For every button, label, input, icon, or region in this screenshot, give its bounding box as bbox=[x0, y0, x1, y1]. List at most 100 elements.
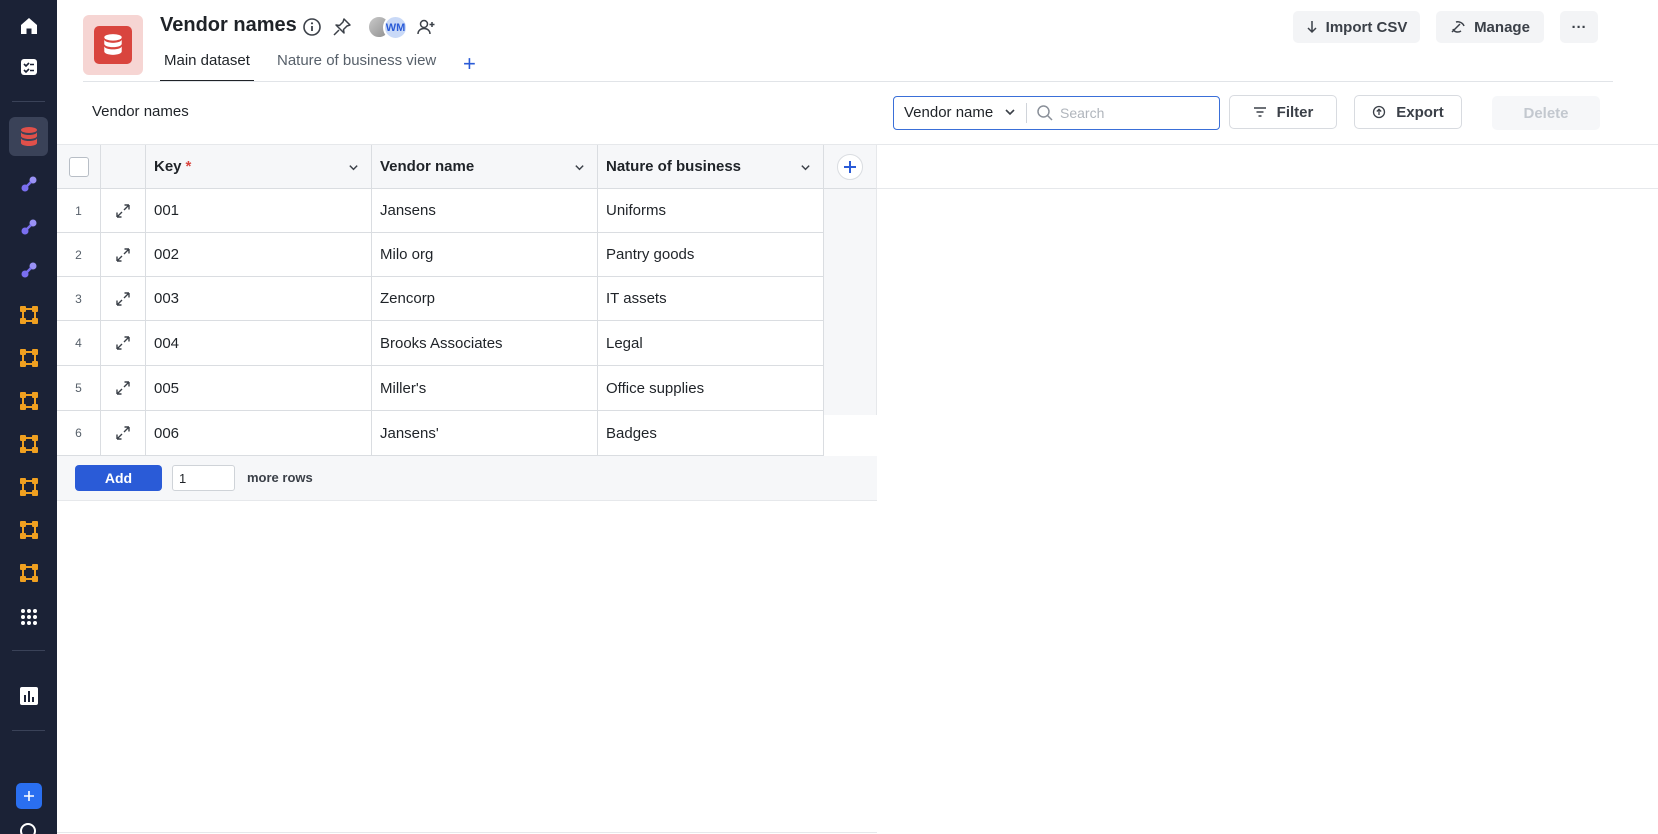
search-bar: Vendor name bbox=[893, 96, 1220, 130]
cell-key[interactable]: 002 bbox=[146, 233, 372, 277]
cell-key[interactable]: 004 bbox=[146, 321, 372, 366]
add-view-button[interactable]: + bbox=[463, 51, 476, 77]
cell-nature-of-business[interactable]: IT assets bbox=[598, 277, 824, 321]
cell-nature-of-business[interactable]: Badges bbox=[598, 411, 824, 456]
cell-key[interactable]: 005 bbox=[146, 366, 372, 411]
dataset-logo bbox=[83, 15, 143, 75]
integration-icon[interactable] bbox=[9, 250, 48, 289]
tab-label: Nature of business view bbox=[277, 52, 437, 69]
required-mark: * bbox=[185, 158, 192, 175]
manage-button[interactable]: Manage bbox=[1436, 11, 1544, 43]
filter-button[interactable]: Filter bbox=[1229, 95, 1337, 129]
more-rows-label: more rows bbox=[247, 470, 313, 485]
tab-label: Main dataset bbox=[164, 52, 250, 69]
select-all-checkbox-cell bbox=[57, 145, 101, 189]
row-number: 5 bbox=[57, 366, 101, 411]
workflow-icon[interactable] bbox=[9, 381, 48, 420]
workflow-icon[interactable] bbox=[9, 510, 48, 549]
search-input[interactable] bbox=[1060, 101, 1210, 125]
cell-vendor-name[interactable]: Jansens' bbox=[372, 411, 598, 456]
row-number: 3 bbox=[57, 277, 101, 321]
import-csv-button[interactable]: Import CSV bbox=[1293, 11, 1420, 43]
tab-main-dataset[interactable]: Main dataset bbox=[160, 52, 254, 82]
cell-vendor-name[interactable]: Miller's bbox=[372, 366, 598, 411]
workflow-icon[interactable] bbox=[9, 553, 48, 592]
page-title: Vendor names bbox=[160, 14, 297, 36]
cell-nature-of-business[interactable]: Pantry goods bbox=[598, 233, 824, 277]
search-field-label: Vendor name bbox=[904, 104, 994, 121]
workflow-icon[interactable] bbox=[9, 467, 48, 506]
avatar[interactable]: WM bbox=[383, 15, 408, 40]
cell-nature-of-business[interactable]: Legal bbox=[598, 321, 824, 366]
expand-row-icon[interactable] bbox=[101, 277, 146, 321]
add-rows-button[interactable]: Add bbox=[75, 465, 162, 491]
workflow-icon[interactable] bbox=[9, 295, 48, 334]
cell-key[interactable]: 006 bbox=[146, 411, 372, 456]
database-icon[interactable] bbox=[9, 117, 48, 156]
header-divider bbox=[83, 81, 1613, 82]
workflow-icon[interactable] bbox=[9, 338, 48, 377]
filter-icon bbox=[1253, 107, 1266, 117]
cell-vendor-name[interactable]: Zencorp bbox=[372, 277, 598, 321]
delete-button[interactable]: Delete bbox=[1492, 96, 1600, 130]
cell-nature-of-business[interactable]: Uniforms bbox=[598, 189, 824, 233]
chevron-down-icon[interactable] bbox=[800, 162, 811, 173]
select-all-checkbox[interactable] bbox=[68, 156, 89, 177]
chevron-down-icon[interactable] bbox=[348, 162, 359, 173]
column-header-label: Vendor name bbox=[380, 158, 475, 175]
add-icon[interactable] bbox=[9, 776, 48, 815]
apps-grid-icon[interactable] bbox=[9, 597, 48, 636]
column-header-label: Key bbox=[154, 158, 182, 175]
cell-nature-of-business[interactable]: Office supplies bbox=[598, 366, 824, 411]
column-header-key[interactable]: Key * bbox=[146, 145, 372, 189]
tab-nature-of-business-view[interactable]: Nature of business view bbox=[277, 52, 436, 82]
chevron-down-icon bbox=[1005, 109, 1015, 116]
workflow-icon[interactable] bbox=[9, 424, 48, 463]
export-label: Export bbox=[1396, 103, 1444, 121]
export-button[interactable]: Export bbox=[1354, 95, 1462, 129]
row-number: 6 bbox=[57, 411, 101, 456]
expand-row-icon[interactable] bbox=[101, 321, 146, 366]
column-header-vendor-name[interactable]: Vendor name bbox=[372, 145, 598, 189]
help-icon[interactable] bbox=[20, 823, 36, 834]
pin-icon[interactable] bbox=[331, 16, 353, 38]
expand-row-icon[interactable] bbox=[101, 189, 146, 233]
cell-vendor-name[interactable]: Brooks Associates bbox=[372, 321, 598, 366]
row-number: 4 bbox=[57, 321, 101, 366]
add-column-cell bbox=[824, 145, 877, 189]
search-field-select[interactable]: Vendor name bbox=[894, 97, 1026, 128]
download-arrow-icon bbox=[1307, 21, 1317, 34]
rows-count-input[interactable] bbox=[172, 465, 235, 491]
cell-key[interactable]: 001 bbox=[146, 189, 372, 233]
cell-key[interactable]: 003 bbox=[146, 277, 372, 321]
expand-row-icon[interactable] bbox=[101, 411, 146, 456]
cell-vendor-name[interactable]: Milo org bbox=[372, 233, 598, 277]
integration-icon[interactable] bbox=[9, 164, 48, 203]
add-user-icon[interactable] bbox=[415, 16, 437, 38]
manage-icon bbox=[1451, 21, 1465, 33]
expand-row-icon[interactable] bbox=[101, 366, 146, 411]
app-root: Vendor names WM Main dataset Nature of b… bbox=[0, 0, 1658, 834]
home-icon[interactable] bbox=[9, 6, 48, 45]
export-icon bbox=[1373, 105, 1386, 119]
chevron-down-icon[interactable] bbox=[574, 162, 585, 173]
tasks-icon[interactable] bbox=[9, 47, 48, 86]
add-rows-footer: Add more rows bbox=[57, 456, 877, 501]
expand-column-header bbox=[101, 145, 146, 189]
cell-vendor-name[interactable]: Jansens bbox=[372, 189, 598, 233]
row-number: 2 bbox=[57, 233, 101, 277]
expand-row-icon[interactable] bbox=[101, 233, 146, 277]
integration-icon[interactable] bbox=[9, 207, 48, 246]
search-icon bbox=[1037, 105, 1053, 121]
column-header-nature-of-business[interactable]: Nature of business bbox=[598, 145, 824, 189]
row-number: 1 bbox=[57, 189, 101, 233]
add-column-button[interactable] bbox=[837, 153, 863, 180]
chart-icon[interactable] bbox=[9, 676, 48, 715]
column-header-label: Nature of business bbox=[606, 158, 742, 175]
filter-label: Filter bbox=[1276, 103, 1314, 121]
info-icon[interactable] bbox=[301, 16, 323, 38]
manage-label: Manage bbox=[1474, 18, 1530, 36]
import-csv-label: Import CSV bbox=[1325, 18, 1408, 36]
more-options-button[interactable]: ··· bbox=[1560, 11, 1598, 43]
sidebar bbox=[0, 0, 57, 834]
